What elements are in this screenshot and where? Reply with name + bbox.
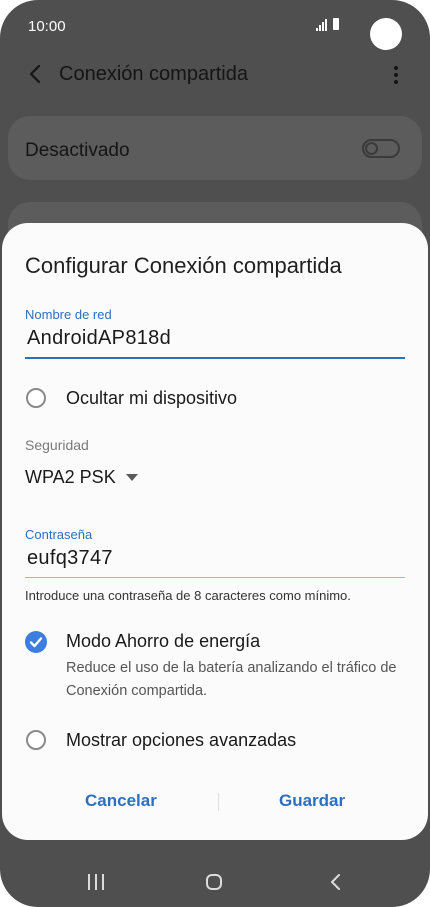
battery-icon [333,18,339,30]
phone-screen: 10:00 Conexión compartida Desactivado Co… [0,0,430,907]
dropdown-caret-icon[interactable] [126,474,138,481]
nav-recent-icon[interactable] [88,874,104,890]
app-bar: Conexión compartida [0,50,430,100]
network-name-input[interactable]: AndroidAP818d [27,327,171,350]
power-saving-checkbox[interactable] [25,631,47,653]
password-hint: Introduce una contraseña de 8 caracteres… [25,588,351,603]
password-input[interactable]: eufq3747 [27,547,113,570]
hotspot-switch-label: Desactivado [25,140,130,161]
status-time: 10:00 [28,18,66,35]
button-divider [218,793,219,811]
security-label: Seguridad [25,437,89,453]
power-saving-label[interactable]: Modo Ahorro de energía [66,631,260,652]
hotspot-toggle[interactable] [362,139,400,158]
network-name-underline [25,357,405,359]
advanced-options-radio[interactable] [26,730,46,750]
password-underline [25,577,405,578]
advanced-options-label[interactable]: Mostrar opciones avanzadas [66,730,296,751]
more-vert-icon[interactable] [386,63,406,87]
hotspot-switch-card: Desactivado [8,116,422,180]
hide-device-label[interactable]: Ocultar mi dispositivo [66,388,237,409]
cancel-button[interactable]: Cancelar [85,791,157,811]
toggle-knob [365,142,378,155]
checkmark-icon [29,637,43,648]
hotspot-config-dialog: Configurar Conexión compartida Nombre de… [2,223,428,840]
signal-icon [316,19,327,31]
nav-home-icon[interactable] [206,874,222,890]
security-select[interactable]: WPA2 PSK [25,467,116,488]
power-saving-description: Reduce el uso de la batería analizando e… [66,660,397,699]
password-label: Contraseña [25,527,93,542]
status-bar: 10:00 [0,0,430,50]
save-button[interactable]: Guardar [279,791,345,811]
navigation-bar [0,852,430,907]
back-arrow-icon[interactable] [24,62,48,86]
page-title: Conexión compartida [59,63,248,85]
hide-device-radio[interactable] [26,388,46,408]
dialog-title: Configurar Conexión compartida [25,253,342,278]
network-name-label: Nombre de red [25,307,112,322]
nav-back-icon[interactable] [328,872,344,892]
camera-cutout [370,18,402,50]
